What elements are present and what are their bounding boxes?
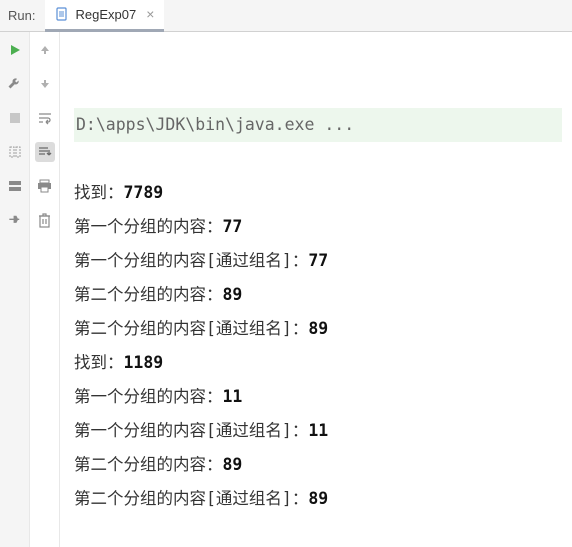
out-row: 第二个分组的内容：89 xyxy=(74,455,242,474)
console-output[interactable]: D:\apps\JDK\bin\java.exe ... 找到：7789 第一个… xyxy=(60,32,572,547)
command-line: D:\apps\JDK\bin\java.exe ... xyxy=(74,108,562,142)
close-icon[interactable]: × xyxy=(146,6,154,22)
out-row: 第二个分组的内容[通过组名]：89 xyxy=(74,489,328,508)
out-row: 第一个分组的内容：77 xyxy=(74,217,242,236)
out-row: 第二个分组的内容：89 xyxy=(74,285,242,304)
run-header: Run: RegExp07 × xyxy=(0,0,572,32)
out-row: 第二个分组的内容[通过组名]：89 xyxy=(74,319,328,338)
out-row: 第一个分组的内容[通过组名]：11 xyxy=(74,421,328,440)
run-label: Run: xyxy=(0,8,45,23)
soft-wrap-icon[interactable] xyxy=(35,108,55,128)
pin-icon[interactable] xyxy=(5,210,25,230)
run-tab[interactable]: RegExp07 × xyxy=(45,0,164,32)
up-arrow-icon[interactable] xyxy=(35,40,55,60)
layout-icon[interactable] xyxy=(5,176,25,196)
rerun-icon[interactable] xyxy=(5,40,25,60)
blank-line xyxy=(74,516,562,547)
out-row: 找到：7789 xyxy=(74,183,163,202)
run-body: D:\apps\JDK\bin\java.exe ... 找到：7789 第一个… xyxy=(0,32,572,547)
stop-icon[interactable] xyxy=(5,108,25,128)
file-icon xyxy=(55,7,69,21)
scroll-to-end-icon[interactable] xyxy=(35,142,55,162)
left-toolbar xyxy=(0,32,30,547)
out-row: 第一个分组的内容[通过组名]：77 xyxy=(74,251,328,270)
out-row: 找到：1189 xyxy=(74,353,163,372)
tab-label: RegExp07 xyxy=(75,7,136,22)
trash-icon[interactable] xyxy=(35,210,55,230)
down-arrow-icon[interactable] xyxy=(35,74,55,94)
wrench-icon[interactable] xyxy=(5,74,25,94)
out-row: 第一个分组的内容：11 xyxy=(74,387,242,406)
console-toolbar xyxy=(30,32,60,547)
print-icon[interactable] xyxy=(35,176,55,196)
dump-threads-icon[interactable] xyxy=(5,142,25,162)
